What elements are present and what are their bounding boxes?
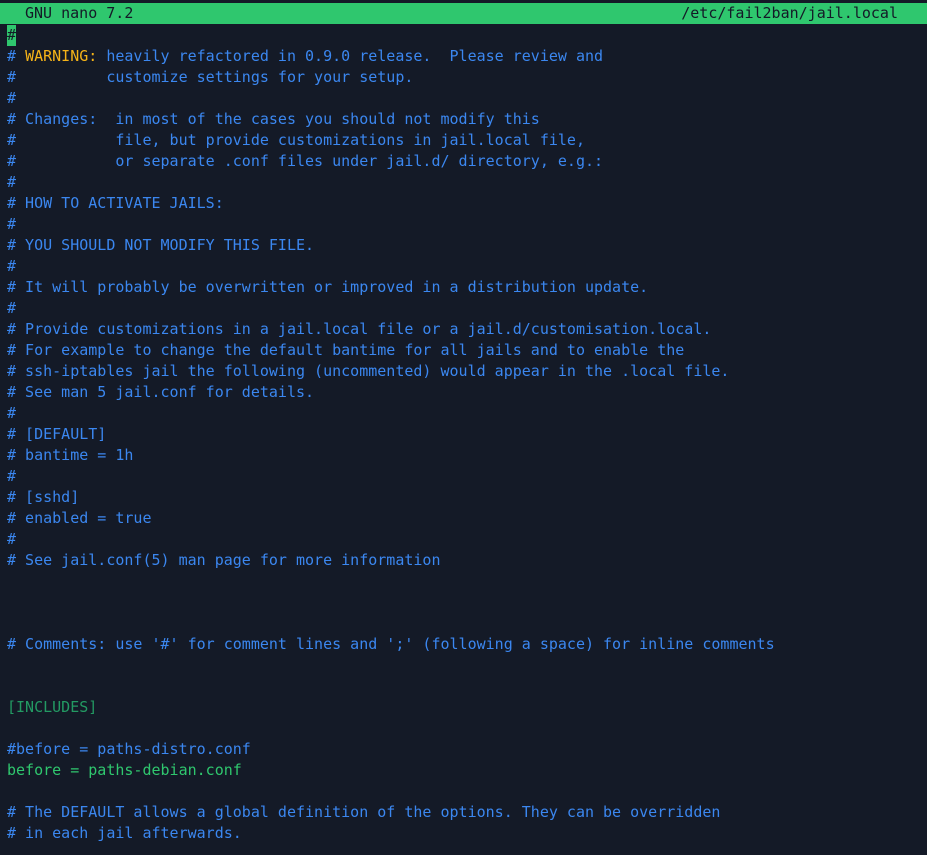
comment-text: # in each jail afterwards. [7, 824, 242, 842]
file-path: /etc/fail2ban/jail.local [681, 4, 898, 22]
comment-text: # customize settings for your setup. [7, 68, 414, 86]
comment-text: # bantime = 1h [7, 446, 134, 464]
config-line: before = paths-debian.conf [7, 761, 242, 779]
editor-line[interactable]: # [sshd] [7, 487, 922, 508]
editor-line[interactable] [7, 718, 922, 739]
comment-text: # Comments: use '#' for comment lines an… [7, 635, 775, 653]
editor-line[interactable]: # WARNING: heavily refactored in 0.9.0 r… [7, 46, 922, 67]
comment-text: # [DEFAULT] [7, 425, 107, 443]
comment-text: heavily refactored in 0.9.0 release. Ple… [97, 47, 604, 65]
comment-text: # or separate .conf files under jail.d/ … [7, 152, 604, 170]
editor-line[interactable]: [INCLUDES] [7, 697, 922, 718]
editor-line[interactable] [7, 613, 922, 634]
comment-text: # [7, 173, 17, 191]
editor-line[interactable]: # ssh-iptables jail the following (uncom… [7, 361, 922, 382]
comment-text: # file, but provide customizations in ja… [7, 131, 585, 149]
editor-line[interactable]: # [7, 529, 922, 550]
editor-line[interactable]: # [7, 466, 922, 487]
editor-line[interactable]: # or separate .conf files under jail.d/ … [7, 151, 922, 172]
text-cursor: # [7, 25, 17, 46]
editor-line[interactable]: # Changes: in most of the cases you shou… [7, 109, 922, 130]
comment-text: # It will probably be overwritten or imp… [7, 278, 649, 296]
comment-text: # [7, 299, 17, 317]
comment-prefix: # [7, 47, 26, 65]
comment-text: # ssh-iptables jail the following (uncom… [7, 362, 730, 380]
editor-line[interactable]: # See jail.conf(5) man page for more inf… [7, 550, 922, 571]
editor-line[interactable]: # [7, 88, 922, 109]
comment-text: # enabled = true [7, 509, 152, 527]
comment-text: # [7, 215, 17, 233]
editor-line[interactable]: #before = paths-distro.conf [7, 739, 922, 760]
editor-line[interactable]: # Provide customizations in a jail.local… [7, 319, 922, 340]
editor-line[interactable]: # [7, 172, 922, 193]
section-header: [INCLUDES] [7, 698, 98, 716]
comment-text: # See jail.conf(5) man page for more inf… [7, 551, 441, 569]
editor-line[interactable] [7, 781, 922, 802]
app-title: GNU nano 7.2 [25, 4, 134, 22]
editor-line[interactable]: # customize settings for your setup. [7, 67, 922, 88]
editor-line[interactable]: # enabled = true [7, 508, 922, 529]
editor-line[interactable]: # HOW TO ACTIVATE JAILS: [7, 193, 922, 214]
warning-keyword: WARNING: [25, 47, 98, 65]
editor-line[interactable]: # [7, 25, 922, 46]
comment-text: # [sshd] [7, 488, 80, 506]
editor-line[interactable]: before = paths-debian.conf [7, 760, 922, 781]
editor-line[interactable]: # file, but provide customizations in ja… [7, 130, 922, 151]
comment-text: # For example to change the default bant… [7, 341, 685, 359]
editor-line[interactable]: # in each jail afterwards. [7, 823, 922, 844]
editor-line[interactable]: # [DEFAULT] [7, 424, 922, 445]
editor-line[interactable]: # [7, 256, 922, 277]
editor-text-area[interactable]: # # WARNING: heavily refactored in 0.9.0 … [7, 25, 922, 855]
editor-line[interactable]: # It will probably be overwritten or imp… [7, 277, 922, 298]
comment-text: # [7, 530, 17, 548]
comment-text: # Changes: in most of the cases you shou… [7, 110, 540, 128]
editor-line[interactable] [7, 676, 922, 697]
editor-line[interactable]: # bantime = 1h [7, 445, 922, 466]
comment-text: # [7, 404, 17, 422]
editor-line[interactable] [7, 655, 922, 676]
comment-text: # [7, 467, 17, 485]
editor-line[interactable]: # YOU SHOULD NOT MODIFY THIS FILE. [7, 235, 922, 256]
editor-line[interactable]: # [7, 298, 922, 319]
comment-text: # [7, 257, 17, 275]
comment-text: # [7, 89, 17, 107]
comment-text: # Provide customizations in a jail.local… [7, 320, 712, 338]
comment-text: # YOU SHOULD NOT MODIFY THIS FILE. [7, 236, 315, 254]
editor-line[interactable] [7, 571, 922, 592]
editor-line[interactable] [7, 592, 922, 613]
comment-text: #before = paths-distro.conf [7, 740, 251, 758]
comment-text: # See man 5 jail.conf for details. [7, 383, 315, 401]
editor-line[interactable]: # The DEFAULT allows a global definition… [7, 802, 922, 823]
editor-line[interactable]: # Comments: use '#' for comment lines an… [7, 634, 922, 655]
nano-title-bar: GNU nano 7.2 /etc/fail2ban/jail.local [0, 3, 927, 24]
editor-line[interactable]: # [7, 214, 922, 235]
comment-text: # The DEFAULT allows a global definition… [7, 803, 721, 821]
editor-line[interactable]: # For example to change the default bant… [7, 340, 922, 361]
comment-text: # HOW TO ACTIVATE JAILS: [7, 194, 224, 212]
editor-line[interactable]: # See man 5 jail.conf for details. [7, 382, 922, 403]
editor-line[interactable]: # [7, 403, 922, 424]
